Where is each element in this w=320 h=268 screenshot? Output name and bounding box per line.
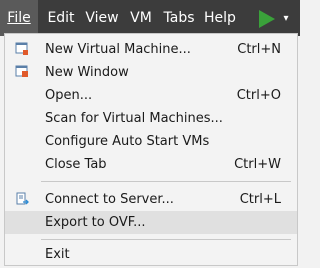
menu-separator: [41, 181, 291, 182]
file-menu-dropdown: New Virtual Machine... Ctrl+N New Window…: [4, 33, 298, 266]
menu-item-connect-to-server[interactable]: Connect to Server... Ctrl+L: [5, 188, 297, 211]
menu-view[interactable]: View: [84, 0, 120, 36]
menu-item-close-tab[interactable]: Close Tab Ctrl+W: [5, 153, 297, 176]
menu-help[interactable]: Help: [202, 0, 238, 36]
menu-item-scan-virtual-machines[interactable]: Scan for Virtual Machines...: [5, 107, 297, 130]
menu-separator: [41, 239, 291, 240]
new-vm-icon: [15, 42, 28, 55]
chevron-down-icon[interactable]: ▾: [280, 13, 292, 25]
menu-item-configure-auto-start[interactable]: Configure Auto Start VMs: [5, 130, 297, 153]
new-window-icon: [15, 65, 28, 77]
menu-tabs[interactable]: Tabs: [161, 0, 197, 36]
menu-item-open[interactable]: Open... Ctrl+O: [5, 84, 297, 107]
menu-item-new-window[interactable]: New Window: [5, 61, 297, 84]
play-icon[interactable]: [259, 10, 275, 28]
menu-vm[interactable]: VM: [126, 0, 156, 36]
menu-bar: File Edit View VM Tabs Help ▾: [0, 0, 300, 36]
menu-file[interactable]: File: [0, 0, 38, 36]
connect-server-icon: [16, 192, 29, 205]
menu-item-new-virtual-machine[interactable]: New Virtual Machine... Ctrl+N: [5, 38, 297, 61]
menu-item-export-to-ovf[interactable]: Export to OVF...: [5, 211, 297, 234]
menu-item-exit[interactable]: Exit: [5, 243, 297, 266]
menu-edit[interactable]: Edit: [44, 0, 78, 36]
